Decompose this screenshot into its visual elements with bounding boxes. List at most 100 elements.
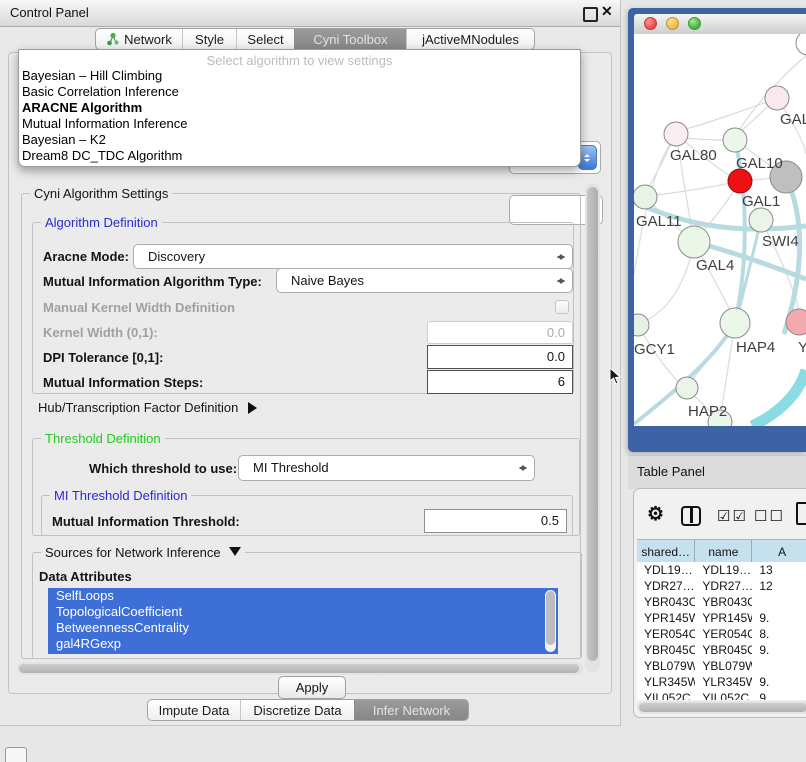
columns-icon[interactable]	[681, 506, 701, 526]
table-cell: 8.	[752, 626, 806, 642]
gear-icon[interactable]: ⚙	[647, 503, 664, 526]
tab-select[interactable]: Select	[236, 29, 294, 49]
desktop-icon[interactable]	[5, 747, 27, 762]
tab-style[interactable]: Style	[182, 29, 236, 49]
close-icon[interactable]: ✕	[601, 3, 613, 20]
table-row[interactable]: YPR145WYPR145W9.	[637, 610, 806, 626]
node-label: GAL11	[636, 213, 682, 230]
attribute-list-item[interactable]: SelfLoops	[48, 588, 558, 604]
algorithm-option[interactable]: ARACNE Algorithm	[19, 100, 580, 116]
tab-label: Impute Data	[159, 703, 230, 718]
table-cell: YER054C	[637, 626, 695, 642]
apply-button[interactable]: Apply	[278, 676, 346, 699]
cyni-algorithm-settings-group: Cyni Algorithm Settings Algorithm Defini…	[21, 193, 581, 659]
network-node[interactable]	[676, 377, 698, 399]
table-row[interactable]: YDL19…YDL19…13	[637, 562, 806, 578]
network-node[interactable]	[678, 226, 710, 258]
mi-threshold-label: Mutual Information Threshold:	[52, 514, 240, 529]
network-node[interactable]	[728, 169, 752, 193]
network-node[interactable]	[634, 314, 649, 336]
node-label: GAL1	[742, 193, 780, 210]
node-label: GAL	[780, 111, 806, 128]
network-node[interactable]	[723, 128, 747, 152]
tab-network[interactable]: Network	[96, 29, 182, 49]
data-attributes-list[interactable]: SelfLoopsTopologicalCoefficientBetweenne…	[48, 588, 558, 654]
table-cell: YIL052C	[695, 690, 752, 700]
network-node[interactable]	[796, 34, 806, 55]
algorithm-option[interactable]: Mutual Information Inference	[19, 116, 580, 132]
column-header[interactable]: shared…	[637, 540, 695, 563]
traffic-light-zoom-icon[interactable]	[688, 17, 701, 30]
node-label: HAP2	[688, 403, 727, 420]
attribute-list-item[interactable]: gal4RGexp	[48, 636, 558, 652]
table-header-row[interactable]: shared…nameA	[637, 539, 806, 564]
hub-definition-toggle[interactable]: Hub/Transcription Factor Definition	[38, 400, 263, 415]
table-row[interactable]: YDR27…YDR27…12	[637, 578, 806, 594]
node-label: GAL4	[696, 257, 734, 274]
node-label: GAL10	[736, 155, 783, 172]
select-all-checkboxes-icon[interactable]: ☑☑	[717, 507, 748, 525]
which-threshold-combo[interactable]: MI Threshold	[238, 455, 535, 481]
collapse-down-icon[interactable]	[229, 547, 241, 562]
traffic-light-close-icon[interactable]	[644, 17, 657, 30]
network-node[interactable]	[765, 86, 789, 110]
table-cell: YBL079W	[637, 658, 695, 674]
attribute-list-item[interactable]: TopologicalCoefficient	[48, 604, 558, 620]
manual-kernel-checkbox[interactable]	[555, 300, 569, 314]
settings-vertical-scrollbar[interactable]	[585, 183, 600, 673]
tab-label: Cyni Toolbox	[313, 32, 387, 47]
aracne-mode-combo[interactable]: Discovery	[133, 244, 573, 269]
network-node[interactable]	[664, 122, 688, 146]
tab-label: Infer Network	[373, 703, 450, 718]
algorithm-option[interactable]: Dream8 DC_TDC Algorithm	[19, 148, 580, 164]
table-row[interactable]: YER054CYER054C8.	[637, 626, 806, 642]
network-node[interactable]	[634, 185, 657, 209]
sources-toggle[interactable]: Sources for Network Inference	[41, 545, 245, 562]
list-scrollbar[interactable]	[545, 590, 556, 652]
network-window-titlebar[interactable]	[634, 14, 806, 35]
tab-cyni-toolbox[interactable]: Cyni Toolbox	[294, 29, 406, 49]
attribute-list-item[interactable]: BetweennessCentrality	[48, 620, 558, 636]
table-row[interactable]: YBR043CYBR043C	[637, 594, 806, 610]
algorithm-option[interactable]: Bayesian – K2	[19, 132, 580, 148]
table-cell: YDL19…	[695, 562, 752, 578]
network-canvas[interactable]: GALGAL80GAL10GAL1GAL11SWI4GAL4GCY1HAP4YH…	[634, 34, 806, 426]
mi-threshold-field[interactable]: 0.5	[424, 509, 567, 533]
table-horizontal-scrollbar[interactable]	[637, 701, 806, 714]
aracne-mode-label: Aracne Mode:	[43, 249, 129, 264]
table-body[interactable]: YDL19…YDL19…13YDR27…YDR27…12YBR043CYBR04…	[637, 562, 806, 700]
control-panel-window: Control Panel ✕ NetworkStyleSelectCyni T…	[0, 0, 621, 726]
node-label: HAP4	[736, 339, 775, 356]
algorithm-option[interactable]: Basic Correlation Inference	[19, 84, 580, 100]
tab-impute-data[interactable]: Impute Data	[148, 700, 240, 720]
combo-value: Naive Bayes	[291, 273, 364, 288]
column-header[interactable]: A	[752, 540, 806, 563]
deselect-all-checkboxes-icon[interactable]: ☐☐	[754, 507, 785, 525]
table-row[interactable]: YBR045CYBR045C9.	[637, 642, 806, 658]
table-row[interactable]: YIL052CYIL052C9	[637, 690, 806, 700]
tab-jactivemnodules[interactable]: jActiveMNodules	[406, 29, 534, 49]
mi-steps-field[interactable]: 6	[427, 370, 573, 394]
float-window-icon[interactable]	[583, 7, 598, 22]
combo-arrows-icon	[556, 274, 565, 288]
export-table-icon[interactable]	[796, 502, 806, 525]
tab-infer-network[interactable]: Infer Network	[354, 700, 468, 720]
network-node[interactable]	[720, 308, 750, 338]
mi-algorithm-type-combo[interactable]: Naive Bayes	[276, 268, 573, 293]
traffic-light-minimize-icon[interactable]	[666, 17, 679, 30]
group-title: MI Threshold Definition	[50, 488, 191, 503]
tab-label: Discretize Data	[253, 703, 341, 718]
dpi-tolerance-field[interactable]: 0.0	[427, 345, 573, 369]
network-node[interactable]	[749, 208, 773, 232]
expand-right-icon[interactable]	[248, 402, 263, 414]
tab-discretize-data[interactable]: Discretize Data	[240, 700, 354, 720]
column-header[interactable]: name	[695, 540, 752, 563]
algorithm-option[interactable]: Bayesian – Hill Climbing	[19, 68, 580, 84]
node-label: GAL80	[670, 147, 717, 164]
table-panel-window: ⚙ ☑☑ ☐☐ shared…nameA YDL19…YDL19…13YDR27…	[633, 488, 806, 718]
table-row[interactable]: YLR345WYLR345W9.	[637, 674, 806, 690]
kernel-width-field[interactable]: 0.0	[427, 321, 573, 344]
table-row[interactable]: YBL079WYBL079W	[637, 658, 806, 674]
settings-horizontal-scrollbar[interactable]	[17, 662, 583, 675]
popup-placeholder: Select algorithm to view settings	[19, 53, 580, 68]
